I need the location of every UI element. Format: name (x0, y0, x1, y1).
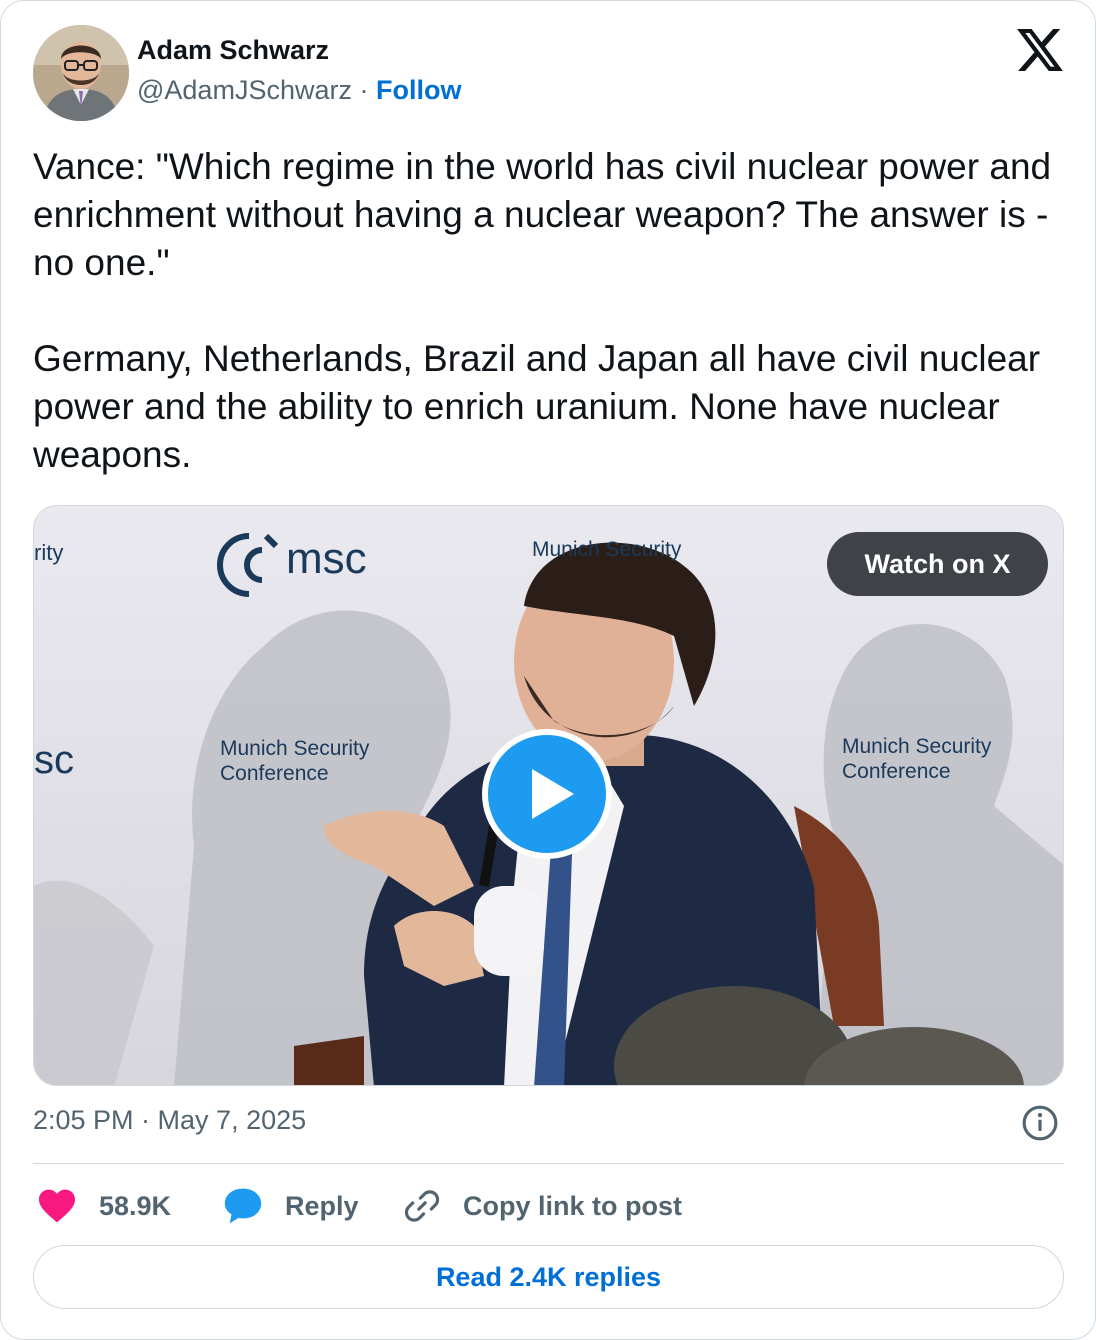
backdrop-conference-left: Munich Security Conference (220, 736, 369, 786)
info-icon[interactable] (1021, 1104, 1059, 1142)
conference-line1: Munich Security (220, 737, 370, 760)
embedded-tweet-card: Adam Schwarz @AdamJSchwarz · Follow Vanc… (0, 0, 1096, 1340)
divider (33, 1163, 1064, 1164)
handle-separator: · (351, 75, 376, 105)
follow-button[interactable]: Follow (376, 75, 461, 105)
backdrop-logo-text: msc (286, 534, 367, 583)
backdrop-banner-partial: Munich Security (532, 538, 682, 561)
watch-on-x-button[interactable]: Watch on X (827, 532, 1048, 596)
backdrop-edge-text-top: rity (34, 540, 64, 565)
author-name[interactable]: Adam Schwarz (137, 35, 329, 66)
video-thumbnail[interactable]: msc rity sc Munich Security Munich Secur… (33, 505, 1064, 1086)
timestamp-link[interactable]: 2:05 PM · May 7, 2025 (33, 1105, 306, 1136)
copy-link-label: Copy link to post (463, 1190, 682, 1221)
copy-link-button[interactable]: Copy link to post (403, 1181, 682, 1231)
tweet-text: Vance: "Which regime in the world has ci… (33, 146, 1052, 475)
backdrop-edge-text-mid: sc (34, 738, 74, 782)
conference-line2: Conference (842, 760, 951, 783)
avatar[interactable] (33, 25, 129, 121)
reply-button[interactable]: Reply (223, 1181, 359, 1231)
conference-line2: Conference (220, 762, 329, 785)
avatar-image (33, 25, 129, 121)
handle-row: @AdamJSchwarz · Follow (137, 75, 461, 106)
x-logo-icon[interactable] (1017, 29, 1063, 71)
heart-icon (39, 1189, 75, 1223)
read-replies-button[interactable]: Read 2.4K replies (33, 1245, 1064, 1309)
link-icon (404, 1190, 440, 1222)
play-button[interactable] (482, 729, 612, 859)
like-button[interactable]: 58.9K (37, 1181, 171, 1231)
like-count: 58.9K (99, 1190, 172, 1221)
conference-line1: Munich Security (842, 735, 992, 758)
action-bar: 58.9K Reply Copy link to post (33, 1181, 1064, 1231)
play-icon (532, 769, 574, 819)
author-handle[interactable]: @AdamJSchwarz (137, 75, 352, 105)
speech-bubble-icon (224, 1188, 262, 1224)
reply-label: Reply (285, 1190, 359, 1221)
backdrop-conference-right: Munich Security Conference (842, 734, 991, 784)
